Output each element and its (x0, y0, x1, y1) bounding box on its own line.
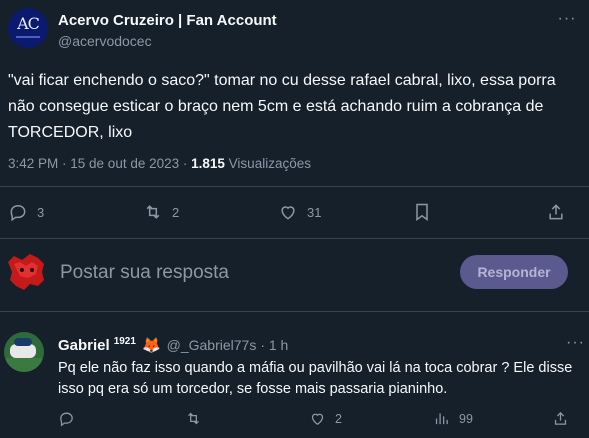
reply-actions: 2 99 (0, 408, 589, 432)
reply-author-name[interactable]: Gabriel (58, 337, 110, 354)
avatar-logo-text: AC (17, 14, 40, 33)
views-chart-icon (435, 413, 448, 425)
like-button[interactable]: 2 (309, 410, 342, 427)
heart-icon (311, 413, 324, 425)
divider (0, 186, 589, 187)
heart-icon (281, 206, 295, 220)
reply-icon (10, 204, 26, 222)
bookmark-icon (416, 203, 428, 221)
retweet-icon (188, 412, 199, 425)
views-label: Visualizações (224, 156, 311, 171)
avatar-shape (6, 358, 42, 372)
bookmark-button[interactable] (412, 202, 432, 222)
share-button[interactable] (552, 410, 569, 427)
reply-timestamp[interactable]: · 1 h (260, 337, 288, 353)
avatar[interactable]: AC (8, 8, 48, 48)
reply-submit-button[interactable]: Responder (460, 255, 568, 289)
reply-composer: Postar sua resposta Responder (0, 250, 589, 296)
views-button[interactable]: 99 (433, 410, 473, 427)
retweet-icon (146, 205, 160, 219)
user-avatar-image (8, 254, 44, 290)
reply-author-handle[interactable]: @_Gabriel77s (167, 337, 257, 353)
more-icon[interactable]: ··· (566, 334, 585, 352)
reply-tweet: Gabriel 1921 🦊 @_Gabriel77s · 1 h ··· Pq… (0, 322, 589, 438)
retweet-button[interactable] (185, 410, 211, 427)
retweet-count: 2 (172, 204, 180, 220)
like-button[interactable]: 31 (278, 202, 321, 222)
avatar-shape (10, 344, 36, 358)
avatar-logo-underline (16, 36, 40, 38)
divider (0, 311, 589, 312)
tweet-text: "vai ficar enchendo o saco?" tomar no cu… (8, 72, 556, 141)
reply-button[interactable]: 3 (8, 202, 44, 222)
reply-count: 3 (37, 204, 45, 220)
tweet-header: AC Acervo Cruzeiro | Fan Account @acervo… (8, 8, 583, 52)
avatar-shape (14, 338, 32, 346)
author-name[interactable]: Acervo Cruzeiro | Fan Account (58, 12, 277, 29)
avatar[interactable] (4, 332, 44, 372)
like-count: 31 (307, 204, 322, 220)
views-count: 99 (459, 411, 473, 426)
reply-button[interactable] (58, 410, 84, 427)
tweet-meta: 3:42 PM · 15 de out de 2023 · 1.815 Visu… (8, 156, 311, 171)
fox-emoji: 🦊 (141, 337, 161, 354)
reply-icon (60, 412, 73, 427)
author-handle[interactable]: @acervodocec (58, 33, 152, 49)
reply-author-superscript: 1921 (113, 336, 136, 347)
share-icon (549, 204, 563, 220)
reply-header: Gabriel 1921 🦊 @_Gabriel77s · 1 h (58, 336, 288, 354)
share-button[interactable] (546, 202, 566, 222)
tweet-timestamp[interactable]: 3:42 PM · 15 de out de 2023 · (8, 156, 191, 171)
retweet-button[interactable]: 2 (143, 202, 179, 222)
more-icon[interactable]: ··· (555, 11, 579, 32)
divider (0, 238, 589, 239)
like-count: 2 (335, 411, 342, 426)
reply-text: Pq ele não faz isso quando a máfia ou pa… (58, 360, 573, 397)
tweet-actions: 3 2 31 (0, 198, 589, 230)
views-count: 1.815 (191, 156, 225, 171)
share-icon (554, 411, 567, 425)
user-avatar[interactable] (4, 250, 44, 290)
reply-input[interactable]: Postar sua resposta (60, 262, 229, 284)
